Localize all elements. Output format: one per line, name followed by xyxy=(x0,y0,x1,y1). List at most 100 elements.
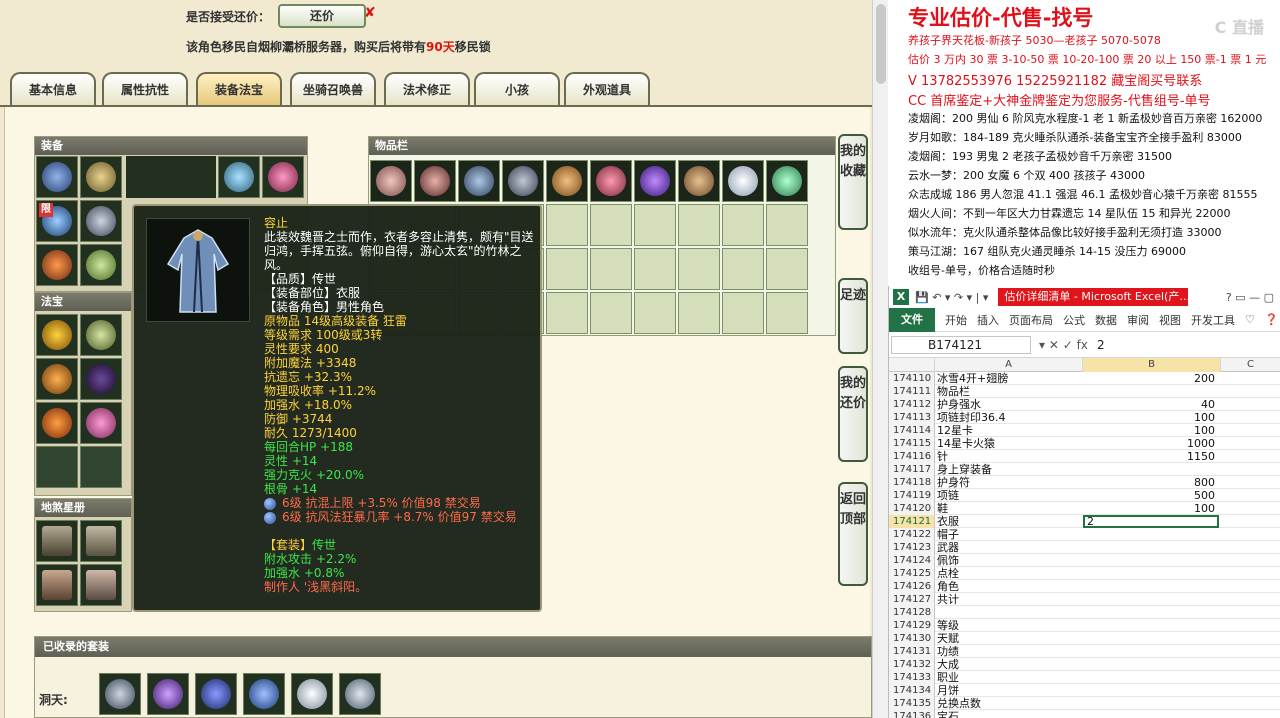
inventory-slot[interactable] xyxy=(634,292,676,334)
cell-a[interactable]: 衣服 xyxy=(937,515,1081,528)
table-row[interactable]: 174121 衣服 2 xyxy=(889,515,1280,528)
table-row[interactable]: 174135 兑换点数 xyxy=(889,697,1280,710)
cell-a[interactable]: 功绩 xyxy=(937,645,1081,658)
row-number[interactable]: 174115 xyxy=(889,437,935,450)
row-number[interactable]: 174117 xyxy=(889,463,935,476)
cell-a[interactable]: 帽子 xyxy=(937,528,1081,541)
inventory-slot[interactable] xyxy=(678,248,720,290)
cell-b[interactable]: 200 xyxy=(1083,372,1219,385)
table-row[interactable]: 174125 点栓 xyxy=(889,567,1280,580)
ribbon-tab-layout[interactable]: 页面布局 xyxy=(1009,312,1053,328)
ribbon-tab-formulas[interactable]: 公式 xyxy=(1063,312,1085,328)
cell-b[interactable]: 100 xyxy=(1083,502,1219,515)
fabao-slot[interactable] xyxy=(36,358,78,400)
table-row[interactable]: 174116 针 1150 xyxy=(889,450,1280,463)
suit-slot[interactable] xyxy=(243,673,285,715)
footprint-button[interactable]: 足迹 xyxy=(838,278,868,354)
cell-a[interactable]: 针 xyxy=(937,450,1081,463)
inventory-slot[interactable] xyxy=(590,292,632,334)
cell-a[interactable]: 护身强水 xyxy=(937,398,1081,411)
table-row[interactable]: 174128 xyxy=(889,606,1280,619)
select-all-corner[interactable] xyxy=(889,358,935,372)
table-row[interactable]: 174123 武器 xyxy=(889,541,1280,554)
table-row[interactable]: 174112 护身强水 40 xyxy=(889,398,1280,411)
cell-a[interactable]: 身上穿装备 xyxy=(937,463,1081,476)
inventory-slot[interactable] xyxy=(546,248,588,290)
inventory-slot[interactable] xyxy=(678,160,720,202)
disha-card-slot[interactable] xyxy=(36,520,78,562)
tab-spell-modifiers[interactable]: 法术修正 xyxy=(384,72,470,106)
inventory-slot[interactable] xyxy=(590,248,632,290)
back-to-top-button[interactable]: 返回顶部 xyxy=(838,482,868,586)
inventory-slot[interactable] xyxy=(634,160,676,202)
table-row[interactable]: 174115 14星卡火猿 1000 xyxy=(889,437,1280,450)
tab-equipment[interactable]: 装备法宝 xyxy=(196,72,282,106)
suit-slot[interactable] xyxy=(147,673,189,715)
row-number[interactable]: 174130 xyxy=(889,632,935,645)
table-row[interactable]: 174114 12星卡 100 xyxy=(889,424,1280,437)
row-number[interactable]: 174124 xyxy=(889,554,935,567)
ribbon-tab-data[interactable]: 数据 xyxy=(1095,312,1117,328)
fabao-slot[interactable] xyxy=(36,314,78,356)
row-number[interactable]: 174116 xyxy=(889,450,935,463)
disha-card-slot[interactable] xyxy=(80,564,122,606)
disha-card-slot[interactable] xyxy=(36,564,78,606)
table-row[interactable]: 174127 共计 xyxy=(889,593,1280,606)
inventory-slot[interactable] xyxy=(766,160,808,202)
cell-a[interactable]: 等级 xyxy=(937,619,1081,632)
formula-input[interactable]: 2 xyxy=(1097,338,1105,352)
my-favorites-button[interactable]: 我的收藏 xyxy=(838,134,868,230)
inventory-slot[interactable] xyxy=(546,204,588,246)
inventory-slot[interactable] xyxy=(590,160,632,202)
cell-a[interactable]: 天赋 xyxy=(937,632,1081,645)
disha-card-slot[interactable] xyxy=(80,520,122,562)
inventory-slot[interactable] xyxy=(722,160,764,202)
belt-slot[interactable] xyxy=(36,244,78,286)
inventory-slot[interactable] xyxy=(634,204,676,246)
cell-a[interactable]: 12星卡 xyxy=(937,424,1081,437)
necklace-slot[interactable] xyxy=(80,156,122,198)
table-row[interactable]: 174131 功绩 xyxy=(889,645,1280,658)
pendant-slot[interactable] xyxy=(262,156,304,198)
game-scrollbar[interactable] xyxy=(872,0,888,718)
window-controls[interactable]: ? ▭ — ▢ xyxy=(1226,291,1274,304)
inventory-slot[interactable] xyxy=(766,248,808,290)
ribbon-tab-review[interactable]: 审阅 xyxy=(1127,312,1149,328)
cell-b[interactable]: 1000 xyxy=(1083,437,1219,450)
row-number[interactable]: 174133 xyxy=(889,671,935,684)
row-number[interactable]: 174135 xyxy=(889,697,935,710)
cell-a[interactable]: 点栓 xyxy=(937,567,1081,580)
cell-a[interactable]: 冰雪4开+翅膀 xyxy=(937,372,1081,385)
tab-child[interactable]: 小孩 xyxy=(474,72,560,106)
cell-b[interactable]: 100 xyxy=(1083,411,1219,424)
row-number[interactable]: 174134 xyxy=(889,684,935,697)
ribbon-tab-developer[interactable]: 开发工具 xyxy=(1191,312,1235,328)
row-number[interactable]: 174131 xyxy=(889,645,935,658)
row-number[interactable]: 174111 xyxy=(889,385,935,398)
fabao-slot[interactable] xyxy=(36,402,78,444)
ribbon-collapse-icon[interactable]: ♡ xyxy=(1245,313,1255,326)
fabao-slot[interactable] xyxy=(80,402,122,444)
row-number[interactable]: 174123 xyxy=(889,541,935,554)
inventory-slot[interactable] xyxy=(722,248,764,290)
table-row[interactable]: 174118 护身符 800 xyxy=(889,476,1280,489)
quick-access-toolbar[interactable]: 💾 ↶ ▾ ↷ ▾ | ▾ xyxy=(915,291,988,304)
boots-slot[interactable] xyxy=(80,244,122,286)
table-row[interactable]: 174136 宝石 xyxy=(889,710,1280,718)
cell-a[interactable]: 兑换点数 xyxy=(937,697,1081,710)
inventory-slot[interactable] xyxy=(502,160,544,202)
fabao-slot[interactable] xyxy=(80,358,122,400)
cell-a[interactable]: 14星卡火猿 xyxy=(937,437,1081,450)
suit-slot[interactable] xyxy=(195,673,237,715)
cell-a[interactable]: 大成 xyxy=(937,658,1081,671)
table-row[interactable]: 174117 身上穿装备 xyxy=(889,463,1280,476)
inventory-slot[interactable] xyxy=(634,248,676,290)
scrollbar-thumb[interactable] xyxy=(876,4,886,84)
row-number[interactable]: 174110 xyxy=(889,372,935,385)
tab-resistances[interactable]: 属性抗性 xyxy=(102,72,188,106)
table-row[interactable]: 174111 物品栏 xyxy=(889,385,1280,398)
cell-b[interactable]: 800 xyxy=(1083,476,1219,489)
table-row[interactable]: 174124 佩饰 xyxy=(889,554,1280,567)
fabao-slot[interactable] xyxy=(80,446,122,488)
my-counter-offers-button[interactable]: 我的还价 xyxy=(838,366,868,462)
